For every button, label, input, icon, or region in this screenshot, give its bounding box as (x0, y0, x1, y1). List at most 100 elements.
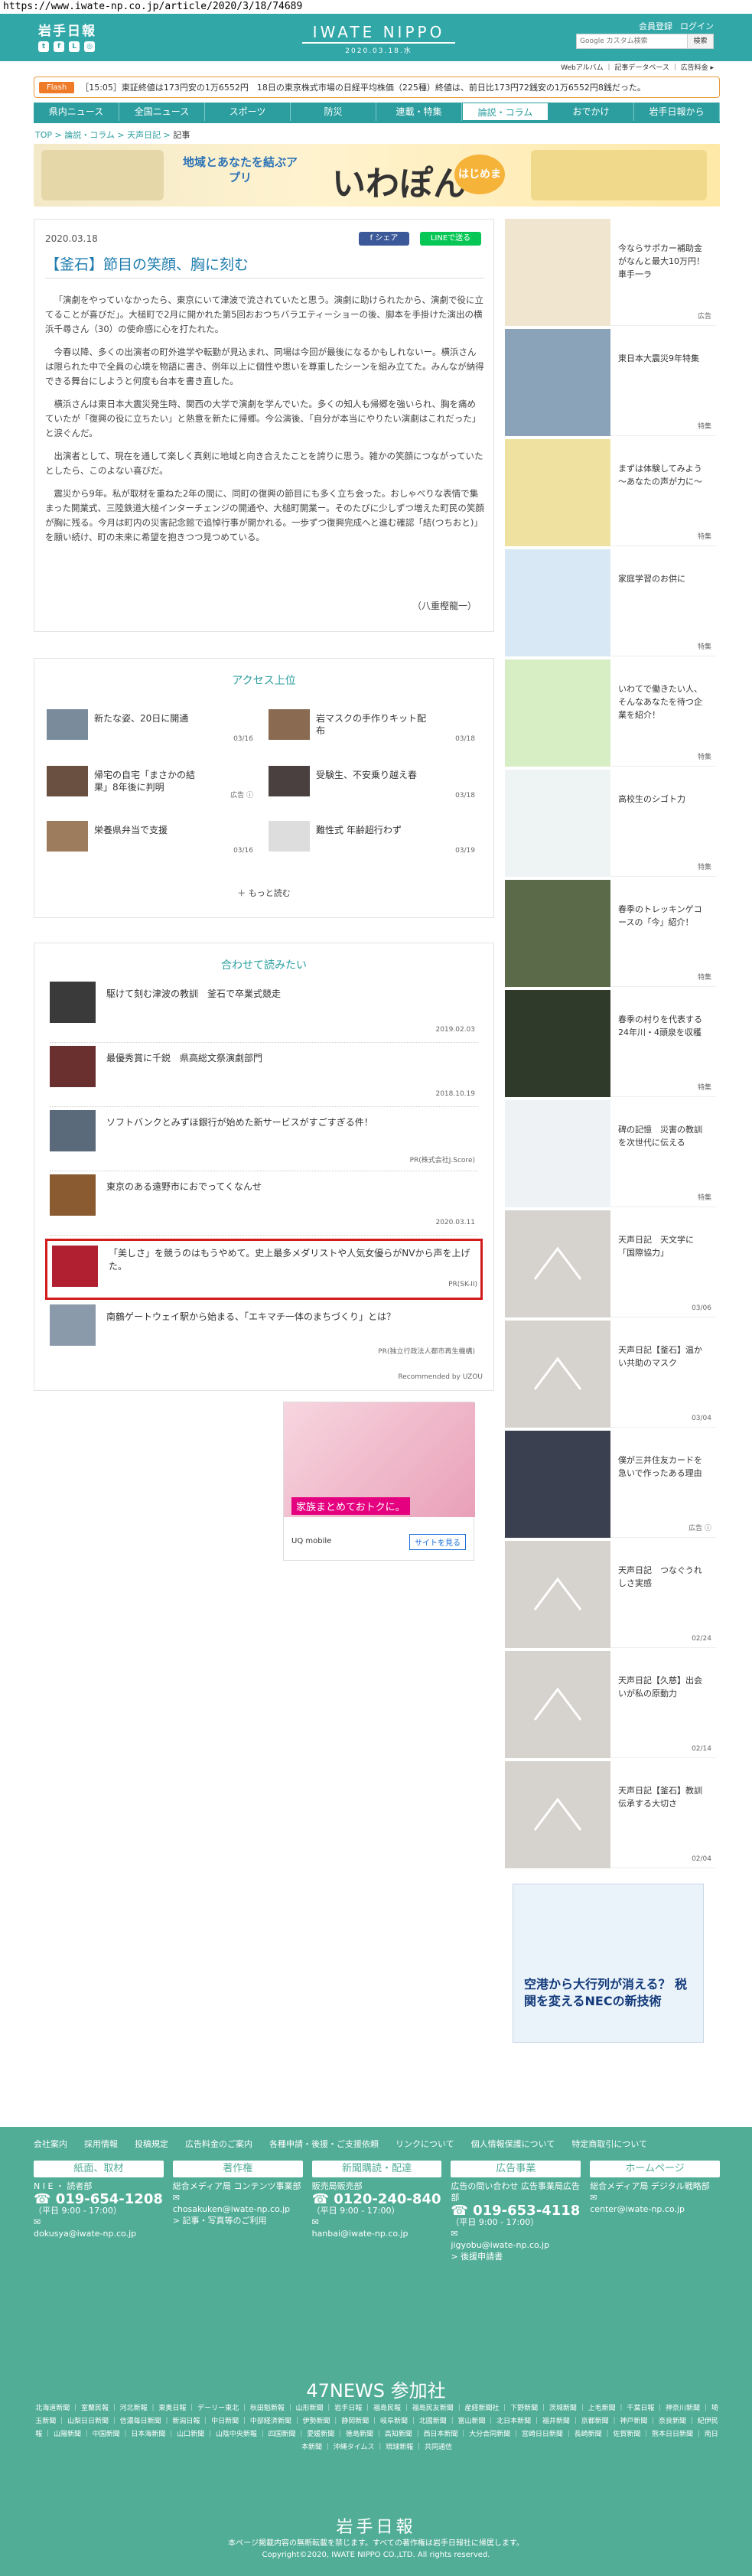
sidebar-item[interactable]: 天声日記 天文学に「国際協力」 03/06 (505, 1210, 716, 1317)
facebook-share-button[interactable]: f シェア (359, 232, 409, 246)
related-text: 「美しさ」を競うのはもうやめて。史上最多メダリストや人気女優らがNVから声を上げ… (109, 1248, 470, 1272)
site-header: 岩手日報 t f L ◎ IWATE NIPPO 2020.03.18.水 会員… (0, 14, 752, 61)
footer-link[interactable]: 個人情報保護について (471, 2138, 555, 2150)
sidebar-item[interactable]: まずは体験してみよう～あなたの声が力に～ 特集 (505, 439, 716, 546)
footer-link[interactable]: 特定商取引について (571, 2138, 647, 2150)
crumb-column[interactable]: 論説・コラム (64, 130, 115, 140)
ad-banner[interactable]: 家族まとめておトクに。 UQ mobile サイトを見る (283, 1402, 475, 1561)
banner-illustration (41, 150, 164, 200)
sidebar-item[interactable]: 高校生のシゴト力 特集 (505, 770, 716, 877)
related-item[interactable]: 駆けて刻む津波の教訓 釜石で卒業式競走 2019.02.03 (50, 982, 478, 1043)
sidebar-item[interactable]: 天声日記【釜石】教訓伝承する大切さ 02/04 (505, 1761, 716, 1868)
related-thumb (50, 1046, 96, 1087)
sidebar-item[interactable]: 碑の記憶 災害の教訓を次世代に伝える 特集 (505, 1100, 716, 1207)
url-bar[interactable]: https://www.iwate-np.co.jp/article/2020/… (0, 0, 752, 14)
nav-disaster[interactable]: 防災 (291, 103, 376, 121)
sidebar-thumb (505, 439, 610, 546)
related-card: 合わせて読みたい 駆けて刻む津波の教訓 釜石で卒業式競走 2019.02.03 最… (34, 943, 494, 1391)
facebook-icon[interactable]: f (54, 41, 64, 52)
nav-national[interactable]: 全国ニュース (119, 103, 205, 121)
footer-link[interactable]: 投稿規定 (135, 2138, 168, 2150)
sidebar-item[interactable]: いわてで働きたい人、そんなあなたを待つ企業を紹介！ 特集 (505, 659, 716, 767)
sidebar-text: 高校生のシゴト力 (618, 794, 685, 804)
footer-logo[interactable]: 岩手日報 (0, 2513, 752, 2538)
brand[interactable]: IWATE NIPPO 2020.03.18.水 (302, 23, 455, 55)
ad-cta-button[interactable]: サイトを見る (409, 1534, 466, 1550)
contact-extra-link[interactable]: > 記事・写真等のご利用 (173, 2215, 303, 2226)
phone-number[interactable]: ☎ 019-653-4118 (451, 2204, 581, 2218)
app-banner[interactable]: 地域とあなたを結ぶアプリ いわぽん はじめました (34, 144, 720, 207)
ranking-text: 岩マスクの手作りキット配布 (316, 713, 427, 736)
search-button[interactable]: 検索 (687, 34, 713, 48)
footer-link[interactable]: 各種申請・後援・ご支援依頼 (269, 2138, 379, 2150)
ranking-item[interactable]: 受験生、不安乗り越え春 03/18 (269, 766, 475, 800)
ranking-text: 難性式 年齢超行わず (316, 825, 402, 835)
related-item[interactable]: 南鶴ゲートウェイ駅から始まる、「エキマチ一体のまちづくり」とは？ PR(独立行政法… (50, 1304, 478, 1361)
47news-members[interactable]: 北海道新聞 ｜ 室蘭民報 ｜ 河北新報 ｜ 東奥日報 ｜ デーリー東北 ｜ 秋田… (34, 2402, 720, 2454)
phone-number[interactable]: ☎ 019-654-1208 (34, 2193, 164, 2206)
nav-local[interactable]: 県内ニュース (34, 103, 119, 121)
crumb-tensei[interactable]: 天声日記 (127, 130, 161, 140)
sidebar-item[interactable]: 春季の村りを代表する24年川・4頭泉を収穫 特集 (505, 990, 716, 1097)
related-item-highlighted[interactable]: 「美しさ」を競うのはもうやめて。史上最多メダリストや人気女優らがNVから声を上げ… (45, 1239, 483, 1300)
line-share-button[interactable]: LINEで送る (420, 232, 481, 246)
contact-email[interactable]: hanbai@iwate-np.co.jp (312, 2228, 442, 2239)
related-item[interactable]: ソフトバンクとみずほ銀行が始めた新サービスがすごすぎる件！ PR(株式会社J.Sc… (50, 1110, 478, 1171)
related-item[interactable]: 最優秀賞に千鋭 県高総文祭演劇部門 2018.10.19 (50, 1046, 478, 1107)
twitter-icon[interactable]: t (38, 41, 49, 52)
sidebar-text: まずは体験してみよう～あなたの声が力に～ (618, 464, 702, 487)
phone-number[interactable]: ☎ 0120-240-840 (312, 2193, 442, 2206)
flash-text: ［15:05］東証終値は173円安の1万6552円 18日の東京株式市場の日経平… (80, 83, 646, 93)
contact-email[interactable]: chosakuken@iwate-np.co.jp (173, 2203, 303, 2215)
article-title: 【釜石】節目の笑顔、胸に刻む (45, 256, 249, 273)
site-logo[interactable]: 岩手日報 (38, 20, 96, 39)
related-item[interactable]: 東京のある遠野市におでってくなんせ 2020.03.11 (50, 1174, 478, 1236)
sub-header-links[interactable]: Webアルバム ｜ 記事データベース ｜ 広告料金 ▸ (0, 61, 752, 75)
instagram-icon[interactable]: ◎ (84, 41, 95, 52)
ranking-item[interactable]: 帰宅の自宅「まさかの結果」8年後に判明 広告 ⓘ (47, 766, 253, 800)
footer-link[interactable]: リンクについて (396, 2138, 454, 2150)
search-input[interactable] (577, 34, 687, 48)
contact-email[interactable]: dokusya@iwate-np.co.jp (34, 2228, 164, 2239)
sidebar-item[interactable]: 天声日記【釜石】温かい共助のマスク 03/04 (505, 1321, 716, 1428)
contact-extra-link[interactable]: > 後援申請書 (451, 2251, 581, 2262)
sidebar-thumb (505, 659, 610, 767)
related-thumb (50, 982, 96, 1023)
sidebar-item[interactable]: 天声日記【久慈】出会いが私の原動力 02/14 (505, 1651, 716, 1758)
ranking-item[interactable]: 新たな姿、20日に開通 03/16 (47, 709, 253, 743)
nec-ad-banner[interactable]: 空港から大行列が消える？ 税関を変えるNECの新技術 (513, 1884, 704, 2043)
ranking-item[interactable]: 難性式 年齢超行わず 03/19 (269, 821, 475, 855)
nav-features[interactable]: 連載・特集 (376, 103, 462, 121)
sidebar-text: 天声日記【釜石】温かい共助のマスク (618, 1345, 702, 1368)
ranking-item[interactable]: 岩マスクの手作りキット配布 03/18 (269, 709, 475, 743)
ranking-text: 新たな姿、20日に開通 (94, 713, 189, 724)
related-date: 2020.03.11 (435, 1219, 475, 1226)
nav-outing[interactable]: おでかけ (549, 103, 634, 121)
account-links: 会員登録 ログイン (639, 20, 714, 32)
nav-sports[interactable]: スポーツ (205, 103, 291, 121)
signup-link[interactable]: 会員登録 (639, 20, 672, 32)
sidebar-item[interactable]: 家庭学習のお供に 特集 (505, 549, 716, 656)
footer-link[interactable]: 広告料金のご案内 (185, 2138, 252, 2150)
mail-icon: ✉ (311, 2217, 319, 2227)
sidebar-item[interactable]: 東日本大震災9年特集 特集 (505, 329, 716, 436)
login-link[interactable]: ログイン (680, 20, 714, 32)
footer-link[interactable]: 会社案内 (34, 2138, 67, 2150)
article-paragraph: 震災から9年。私が取材を重ねた2年の間に、同町の復興の節目にも多く立ち会った。お… (45, 488, 484, 542)
ranking-item[interactable]: 栄養県弁当で支援 03/16 (47, 821, 253, 855)
nav-column[interactable]: 論説・コラム (462, 103, 549, 121)
flash-news[interactable]: Flash ［15:05］東証終値は173円安の1万6552円 18日の東京株式… (34, 77, 720, 98)
more-button[interactable]: ＋ もっと読む (34, 887, 493, 899)
recommended-by[interactable]: Recommended by UZOU (398, 1373, 483, 1381)
line-icon[interactable]: L (69, 41, 80, 52)
nav-from-nippo[interactable]: 岩手日報から (634, 103, 720, 121)
article-date: 2020.03.18 (45, 233, 98, 244)
sidebar-item[interactable]: 天声日記 つなぐうれしさ実感 02/24 (505, 1541, 716, 1648)
contact-email[interactable]: jigyobu@iwate-np.co.jp (451, 2239, 581, 2251)
sidebar-item[interactable]: 今ならサポカー補助金がなんと最大10万円！車手一ラ 広告 (505, 219, 716, 326)
footer-link[interactable]: 採用情報 (84, 2138, 118, 2150)
sidebar-item[interactable]: 僕が三井住友カードを急いで作ったある理由 広告 ⓘ (505, 1431, 716, 1538)
crumb-top[interactable]: TOP (35, 130, 52, 140)
sidebar-item[interactable]: 春季のトレッキンゲコースの「今」紹介！ 特集 (505, 880, 716, 987)
contact-email[interactable]: center@iwate-np.co.jp (590, 2203, 720, 2215)
